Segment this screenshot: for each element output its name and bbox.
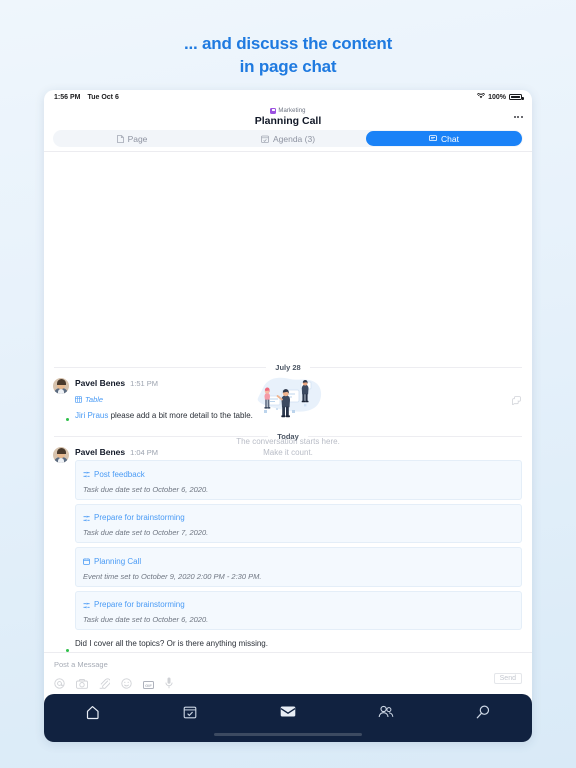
tab-chat-label: Chat [441,133,459,144]
date-separator: July 28 [54,363,522,372]
composer-toolbar: GIF [54,676,522,694]
tab-page[interactable]: Page [54,131,210,146]
tab-chat[interactable]: Chat [366,131,522,146]
message-text: Jiri Praus please add a bit more detail … [75,410,522,421]
activity-card-title[interactable]: Post feedback [94,470,145,479]
date-separator-label: July 28 [275,363,301,372]
activity-card[interactable]: Prepare for brainstorming Task due date … [75,590,522,630]
battery-percent: 100% [488,93,506,101]
ios-status-bar: 1:56 PM Tue Oct 6 100% [44,90,532,104]
status-bar-date: Tue Oct 6 [87,93,119,101]
event-icon [83,552,90,570]
tablet-device-frame: 1:56 PM Tue Oct 6 100% Marketing Plannin… [44,90,532,742]
more-options-icon[interactable] [513,116,523,118]
activity-card[interactable]: Post feedback Task due date set to Octob… [75,460,522,500]
bottom-navigation-bar [44,694,532,742]
activity-card-subtitle: Event time set to October 9, 2020 2:00 P… [83,571,262,581]
tasks-icon [184,706,197,719]
page-icon [116,134,124,143]
message-item[interactable]: Pavel Benes 1:04 PM Post feedback Task d… [44,447,532,652]
microphone-icon[interactable] [165,676,173,694]
people-icon [378,705,393,718]
task-icon [83,465,90,483]
chat-scroll-area[interactable]: The conversation starts here. Make it co… [44,151,532,652]
home-icon [87,706,99,720]
activity-card-title[interactable]: Prepare for brainstorming [94,513,185,522]
agenda-icon [261,135,269,143]
inbox-icon [280,706,296,717]
status-bar-time: 1:56 PM [54,93,81,101]
camera-icon[interactable] [76,676,88,694]
online-status-indicator [65,416,70,422]
message-body: please add a bit more detail to the tabl… [108,411,253,420]
battery-icon [509,94,524,100]
message-closing-text: Did I cover all the topics? Or is there … [75,639,268,648]
activity-card-subtitle: Task due date set to October 6, 2020. [83,484,209,494]
nav-item-search[interactable] [434,705,532,719]
date-separator: Today [54,432,522,441]
attachment-link-row[interactable]: Table [75,390,522,408]
promo-line-2: in page chat [239,57,337,76]
message-input-placeholder[interactable]: Post a Message [54,660,522,669]
attachment-label[interactable]: Table [85,395,103,404]
message-author: Pavel Benes [75,378,126,388]
avatar[interactable] [53,378,70,422]
nav-item-home[interactable] [44,705,142,720]
nav-item-inbox[interactable] [239,705,337,718]
view-tabs: Page Agenda (3) Chat [53,130,523,147]
avatar[interactable] [53,447,70,652]
activity-card-list: Post feedback Task due date set to Octob… [75,460,522,630]
activity-card[interactable]: Planning Call Event time set to October … [75,547,522,587]
app-header: Marketing Planning Call [44,104,532,130]
avatar-image [53,378,69,394]
tab-agenda-label: Agenda (3) [272,133,316,144]
home-indicator [214,732,362,736]
wifi-icon [476,92,486,101]
message-timestamp: 1:51 PM [130,379,159,388]
task-icon [83,509,90,527]
user-mention[interactable]: Jiri Praus [75,411,108,420]
mention-icon[interactable] [54,676,65,694]
promo-headline: ... and discuss the content in page chat [0,0,576,78]
gif-icon[interactable]: GIF [143,681,154,689]
space-breadcrumb[interactable]: Marketing [270,107,306,114]
message-composer[interactable]: Post a Message GIF Send [44,652,532,694]
date-separator-label: Today [277,432,299,441]
attachment-icon[interactable] [99,676,111,694]
space-badge-icon [270,107,277,114]
activity-card-subtitle: Task due date set to October 6, 2020. [83,615,209,624]
activity-card-title[interactable]: Planning Call [94,557,141,566]
tab-agenda[interactable]: Agenda (3) [210,131,366,146]
page-title: Planning Call [254,114,322,127]
send-button[interactable]: Send [493,673,522,684]
promo-line-1: ... and discuss the content [183,34,393,53]
message-item[interactable]: Pavel Benes 1:51 PM Table Jiri Praus ple… [44,378,532,422]
task-icon [83,596,90,614]
search-icon [476,705,490,719]
message-timestamp: 1:04 PM [130,448,159,457]
message-author: Pavel Benes [75,447,126,457]
emoji-icon[interactable] [121,676,132,694]
add-reaction-icon[interactable] [512,392,521,410]
table-icon [75,390,82,408]
space-name: Marketing [278,107,306,114]
activity-card[interactable]: Prepare for brainstorming Task due date … [75,503,522,543]
nav-item-people[interactable] [337,705,435,718]
nav-item-tasks[interactable] [142,705,240,719]
activity-card-title[interactable]: Prepare for brainstorming [94,600,185,609]
chat-icon [429,135,437,142]
avatar-image [53,447,69,463]
activity-card-subtitle: Task due date set to October 7, 2020. [83,528,209,537]
tab-page-label: Page [127,133,148,144]
